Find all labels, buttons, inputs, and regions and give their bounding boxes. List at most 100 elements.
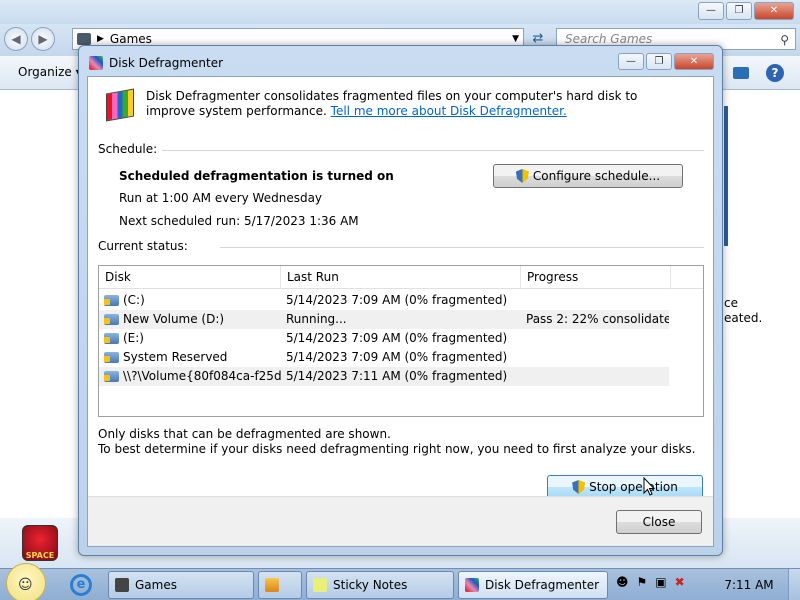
defrag-app-icon	[465, 578, 479, 592]
progress-cell: Pass 2: 22% consolidated	[526, 312, 669, 326]
dialog-footer: Close	[88, 496, 713, 546]
note-disks-shown: Only disks that can be defragmented are …	[98, 427, 391, 441]
stop-operation-label: Stop operation	[589, 480, 678, 494]
back-button[interactable]: ◀	[4, 27, 28, 51]
last-run-cell: 5/14/2023 7:09 AM (0% fragmented)	[286, 293, 508, 307]
maximize-button[interactable]: ❐	[726, 2, 752, 20]
defrag-icon	[106, 88, 134, 122]
disk-name: New Volume (D:)	[123, 312, 225, 326]
column-header-disk[interactable]: Disk	[99, 266, 281, 289]
explorer-titlebar: — ❐ ✕	[0, 0, 800, 24]
current-status-heading: Current status:	[98, 239, 188, 253]
game-icon[interactable]: SPACE	[22, 525, 58, 561]
drive-icon	[104, 314, 119, 325]
explorer-content-text: ce eated.	[722, 276, 800, 516]
sticky-notes-icon	[313, 578, 327, 592]
disk-cell: (E:)	[104, 329, 282, 348]
taskbar-item-games[interactable]: Games	[108, 571, 254, 599]
folder-icon	[77, 33, 91, 45]
taskbar-item-label: Disk Defragmenter	[485, 578, 600, 592]
dialog-maximize-button[interactable]: ❐	[646, 53, 672, 70]
disk-cell: (C:)	[104, 291, 282, 310]
schedule-run-at: Run at 1:00 AM every Wednesday	[119, 191, 323, 205]
organize-menu[interactable]: Organize ▾	[18, 65, 82, 79]
network-icon[interactable]: ▣	[655, 575, 666, 589]
schedule-status: Scheduled defragmentation is turned on	[119, 169, 394, 183]
progress-cell	[526, 348, 669, 367]
configure-schedule-button[interactable]: Configure schedule...	[493, 164, 683, 188]
explorer-window-controls: — ❐ ✕	[698, 2, 794, 20]
configure-schedule-label: Configure schedule...	[532, 169, 661, 183]
progress-cell	[526, 367, 669, 386]
column-header-progress[interactable]: Progress	[521, 266, 671, 289]
table-row[interactable]: (E:) 5/14/2023 7:09 AM (0% fragmented)	[99, 329, 669, 348]
defrag-app-icon	[89, 56, 103, 70]
note-analyze: To best determine if your disks need def…	[98, 442, 696, 456]
taskbar-item-label: Games	[135, 578, 177, 592]
table-row[interactable]: \\?\Volume{80f084ca-f25d-... 5/14/2023 7…	[99, 367, 669, 386]
drive-icon	[104, 352, 119, 363]
internet-explorer-icon[interactable]: e	[70, 574, 92, 596]
disk-cell: System Reserved	[104, 348, 282, 367]
clock[interactable]: 7:11 AM	[716, 569, 782, 600]
dialog-title: Disk Defragmenter	[109, 56, 224, 70]
disk-list[interactable]: Disk Last Run Progress (C:) 5/14/2023 7:…	[98, 265, 704, 417]
taskbar: ☺ e Games Sticky Notes Disk Defragmenter…	[0, 563, 800, 600]
close-label: Close	[642, 515, 676, 529]
disk-name: System Reserved	[123, 350, 228, 364]
explorer-text-line: ce	[724, 296, 738, 310]
view-icon[interactable]	[733, 67, 749, 79]
drive-icon	[104, 295, 119, 306]
taskbar-item-sticky-notes[interactable]: Sticky Notes	[306, 571, 454, 599]
search-placeholder: Search Games	[565, 32, 653, 46]
game-icon-label: SPACE	[25, 551, 55, 560]
last-run-cell: 5/14/2023 7:09 AM (0% fragmented)	[286, 350, 508, 364]
dialog-minimize-button[interactable]: —	[618, 53, 644, 70]
explorer-content-fragment	[724, 106, 728, 246]
taskbar-item-disk-defragmenter[interactable]: Disk Defragmenter	[458, 571, 608, 599]
system-tray: ☻ ⚑ ▣ ✖	[616, 575, 685, 589]
organize-label: Organize	[18, 65, 72, 79]
learn-more-link[interactable]: Tell me more about Disk Defragmenter.	[331, 104, 567, 118]
column-header-last-run[interactable]: Last Run	[281, 266, 521, 289]
search-icon[interactable]: ⚲	[780, 30, 789, 50]
volume-muted-icon[interactable]: ✖	[675, 575, 685, 589]
dialog-close-x-button[interactable]: ✕	[674, 53, 714, 70]
address-location: Games	[109, 32, 152, 46]
last-run-cell: 5/14/2023 7:09 AM (0% fragmented)	[286, 331, 508, 345]
shield-icon	[515, 169, 529, 183]
games-folder-icon	[115, 578, 129, 592]
table-row[interactable]: System Reserved 5/14/2023 7:09 AM (0% fr…	[99, 348, 669, 367]
schedule-next-run: Next scheduled run: 5/17/2023 1:36 AM	[119, 214, 359, 228]
dialog-titlebar: Disk Defragmenter	[89, 56, 223, 70]
explorer-text-line: eated.	[724, 311, 763, 325]
disk-name: (E:)	[123, 331, 144, 345]
last-run-cell: 5/14/2023 7:11 AM (0% fragmented)	[286, 369, 508, 383]
schedule-heading: Schedule:	[98, 142, 158, 156]
close-button[interactable]: ✕	[754, 2, 794, 20]
drive-icon	[104, 333, 119, 344]
table-row[interactable]: New Volume (D:) Running... Pass 2: 22% c…	[99, 310, 669, 329]
disk-cell: New Volume (D:)	[104, 310, 282, 329]
disk-cell: \\?\Volume{80f084ca-f25d-...	[104, 367, 282, 386]
progress-cell	[526, 329, 669, 348]
start-button[interactable]: ☺	[6, 563, 46, 600]
taskbar-item-media[interactable]	[258, 571, 302, 599]
current-status-divider	[220, 247, 704, 248]
table-row[interactable]: (C:) 5/14/2023 7:09 AM (0% fragmented)	[99, 291, 669, 310]
disk-list-header: Disk Last Run Progress	[99, 266, 703, 289]
tray-face-icon[interactable]: ☻	[616, 575, 629, 589]
shield-icon	[572, 480, 586, 494]
intro-text: Disk Defragmenter consolidates fragmente…	[146, 89, 686, 119]
action-center-flag-icon[interactable]: ⚑	[637, 575, 648, 589]
media-player-icon	[265, 578, 279, 592]
minimize-button[interactable]: —	[698, 2, 724, 20]
dialog-window-controls: — ❐ ✕	[618, 53, 714, 70]
close-button[interactable]: Close	[616, 510, 702, 534]
forward-button[interactable]: ▶	[31, 27, 55, 51]
chevron-down-icon[interactable]: ▼	[512, 34, 519, 44]
breadcrumb-arrow-icon: ▶	[97, 34, 104, 44]
show-desktop-button[interactable]	[788, 569, 800, 600]
drive-icon	[104, 371, 119, 382]
help-icon[interactable]: ?	[766, 64, 784, 82]
